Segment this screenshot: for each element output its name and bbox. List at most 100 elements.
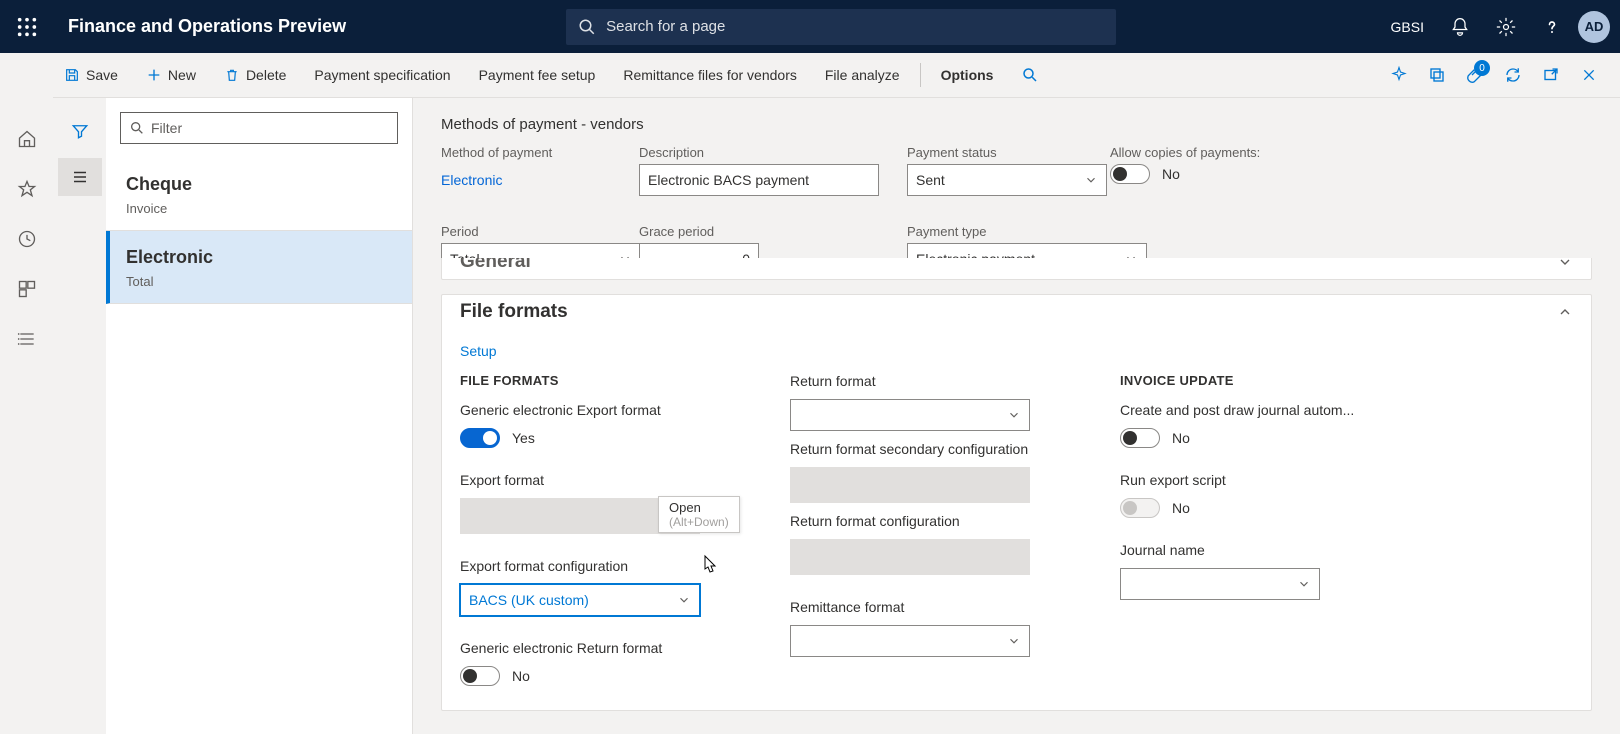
export-config-label: Export format configuration: [460, 558, 750, 574]
delete-button[interactable]: Delete: [210, 53, 300, 97]
question-icon: [1542, 17, 1562, 37]
file-formats-fasttab-header[interactable]: File formats: [442, 295, 1591, 329]
refresh-icon[interactable]: [1496, 58, 1530, 92]
filter-placeholder: Filter: [151, 120, 182, 136]
save-label: Save: [86, 67, 118, 83]
page-title: Methods of payment - vendors: [441, 116, 1592, 133]
chevron-up-icon: [1557, 304, 1573, 320]
chevron-down-icon: [1297, 577, 1311, 591]
setup-link[interactable]: Setup: [460, 343, 497, 359]
export-format-label: Export format: [460, 472, 750, 488]
waffle-icon: [16, 16, 38, 38]
chevron-down-icon: [1007, 408, 1021, 422]
action-divider: [920, 63, 921, 87]
rail-home[interactable]: [11, 123, 43, 155]
export-format-configuration-select[interactable]: BACS (UK custom): [460, 584, 700, 616]
app-launcher[interactable]: [0, 0, 53, 53]
payment-fee-setup-button[interactable]: Payment fee setup: [465, 53, 610, 97]
rail-modules[interactable]: [11, 323, 43, 355]
chevron-down-icon: [1557, 258, 1573, 270]
delete-icon: [224, 67, 240, 83]
list-item-sub: Total: [126, 274, 392, 289]
file-formats-section-label: FILE FORMATS: [460, 373, 750, 388]
search-input[interactable]: Search for a page: [566, 9, 1116, 45]
left-rail: [0, 53, 53, 734]
remittance-files-button[interactable]: Remittance files for vendors: [609, 53, 811, 97]
close-button[interactable]: [1572, 58, 1606, 92]
delete-label: Delete: [246, 67, 286, 83]
chevron-down-icon: [1084, 173, 1098, 187]
journal-name-select[interactable]: [1120, 568, 1320, 600]
save-button[interactable]: Save: [50, 53, 132, 97]
options-button[interactable]: Options: [927, 53, 1008, 97]
gear-icon: [1496, 17, 1516, 37]
list-view-button[interactable]: [58, 158, 102, 196]
copies-label: Allow copies of payments:: [1110, 145, 1310, 160]
run-script-toggle: [1120, 498, 1160, 518]
return-secondary-input: [790, 467, 1030, 503]
list-item-cheque[interactable]: Cheque Invoice: [106, 158, 412, 231]
help-button[interactable]: [1532, 4, 1572, 50]
grace-label: Grace period: [639, 224, 754, 239]
list-icon: [71, 168, 89, 186]
open-in-new-icon[interactable]: [1420, 58, 1454, 92]
search-placeholder: Search for a page: [606, 18, 725, 35]
open-tooltip: Open (Alt+Down): [658, 496, 740, 533]
notifications-button[interactable]: [1440, 4, 1480, 50]
generic-return-toggle[interactable]: [460, 666, 500, 686]
journal-name-label: Journal name: [1120, 542, 1410, 558]
filter-icon: [71, 122, 89, 140]
chevron-down-icon: [1007, 634, 1021, 648]
generic-export-toggle[interactable]: [460, 428, 500, 448]
rail-recent[interactable]: [11, 223, 43, 255]
rail-workspaces[interactable]: [11, 273, 43, 305]
run-script-value: No: [1172, 500, 1190, 516]
list-item-title: Electronic: [126, 247, 392, 268]
return-format-label: Return format: [790, 373, 1080, 389]
return-secondary-label: Return format secondary configuration: [790, 441, 1080, 457]
list-item-electronic[interactable]: Electronic Total: [106, 231, 412, 304]
method-label: Method of payment: [441, 145, 611, 160]
payment-status-select[interactable]: Sent: [907, 164, 1107, 196]
run-script-label: Run export script: [1120, 472, 1410, 488]
ptype-label: Payment type: [907, 224, 1147, 239]
settings-button[interactable]: [1486, 4, 1526, 50]
search-icon: [578, 18, 596, 36]
general-title: General: [460, 258, 531, 273]
new-button[interactable]: New: [132, 53, 210, 97]
description-input[interactable]: Electronic BACS payment: [639, 164, 879, 196]
company-code[interactable]: GBSI: [1391, 19, 1424, 35]
status-label: Payment status: [907, 145, 1082, 160]
list-filter-button[interactable]: [58, 112, 102, 150]
list-filter-input[interactable]: Filter: [120, 112, 398, 144]
avatar[interactable]: AD: [1578, 11, 1610, 43]
list-panel: Filter Cheque Invoice Electronic Total: [106, 98, 413, 734]
rail-favorites[interactable]: [11, 173, 43, 205]
search-icon: [1021, 66, 1039, 84]
allow-copies-toggle[interactable]: [1110, 164, 1150, 184]
find-button[interactable]: [1007, 53, 1053, 97]
plus-icon: [146, 67, 162, 83]
invoice-update-section-label: INVOICE UPDATE: [1120, 373, 1410, 388]
create-post-label: Create and post draw journal autom...: [1120, 402, 1410, 418]
list-item-title: Cheque: [126, 174, 392, 195]
remittance-format-label: Remittance format: [790, 599, 1080, 615]
payment-specification-button[interactable]: Payment specification: [300, 53, 464, 97]
chevron-down-icon: [677, 593, 691, 607]
create-post-toggle[interactable]: [1120, 428, 1160, 448]
gen-export-label: Generic electronic Export format: [460, 402, 750, 418]
save-icon: [64, 67, 80, 83]
method-of-payment-link[interactable]: Electronic: [441, 164, 611, 196]
attachments-icon[interactable]: [1458, 58, 1492, 92]
popout-icon[interactable]: [1534, 58, 1568, 92]
return-format-select[interactable]: [790, 399, 1030, 431]
remittance-format-select[interactable]: [790, 625, 1030, 657]
gen-export-value: Yes: [512, 430, 535, 446]
file-analyze-button[interactable]: File analyze: [811, 53, 914, 97]
general-fasttab-header[interactable]: General: [442, 258, 1591, 279]
copies-value: No: [1162, 166, 1180, 182]
copilot-icon[interactable]: [1382, 58, 1416, 92]
create-post-value: No: [1172, 430, 1190, 446]
description-label: Description: [639, 145, 879, 160]
bell-icon: [1450, 17, 1470, 37]
